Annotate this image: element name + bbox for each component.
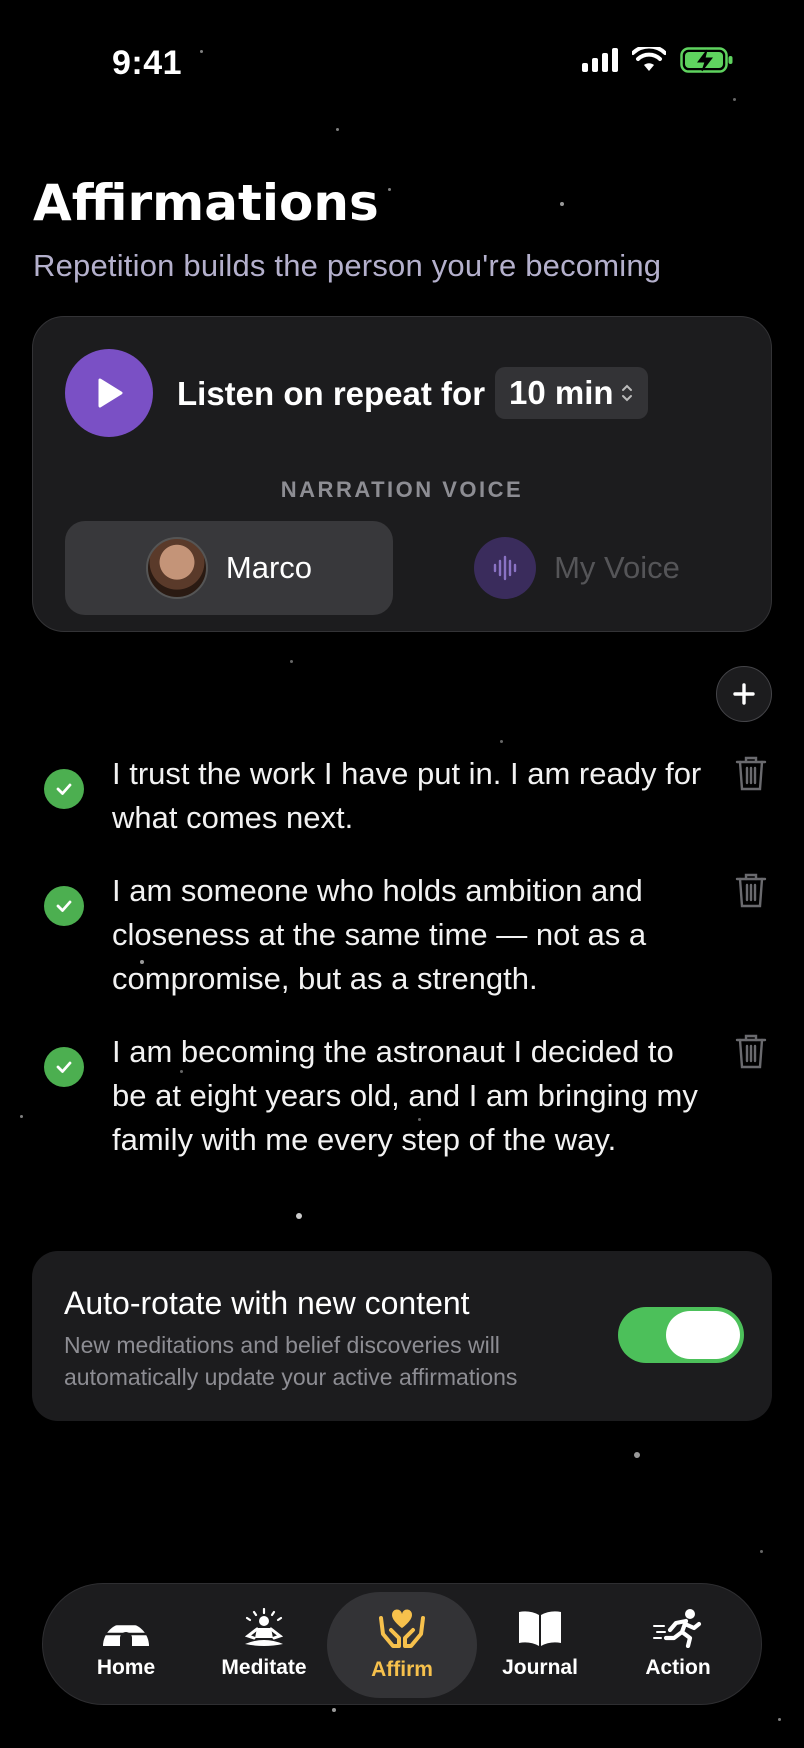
avatar <box>145 537 208 599</box>
affirmation-text: I trust the work I have put in. I am rea… <box>112 756 702 835</box>
chevron-up-down-icon <box>621 384 632 402</box>
tab-home[interactable]: Home <box>51 1592 201 1698</box>
voice-option-my-voice[interactable]: My Voice <box>413 521 741 615</box>
tab-action[interactable]: Action <box>603 1592 753 1698</box>
add-affirmation-button[interactable] <box>716 666 772 722</box>
narration-voice-label: NARRATION VOICE <box>280 477 524 502</box>
status-icons <box>582 46 734 74</box>
status-bar: 9:41 <box>0 0 804 130</box>
listen-repeat-label: Listen on repeat for <box>177 375 486 412</box>
affirmation-item: I am someone who holds ambition and clos… <box>44 869 774 1009</box>
auto-rotate-title: Auto-rotate with new content <box>64 1285 470 1321</box>
tab-label: Home <box>96 1656 156 1679</box>
affirmation-text: I am someone who holds ambition and clos… <box>112 873 647 996</box>
check-circle-icon[interactable] <box>44 886 84 926</box>
tab-bar: Home Meditate Affirm Journal Action <box>42 1583 762 1705</box>
running-person-icon <box>653 1609 702 1648</box>
tab-meditate[interactable]: Meditate <box>189 1592 339 1698</box>
plus-icon <box>733 683 755 705</box>
tab-label: Meditate <box>221 1656 307 1679</box>
affirmation-text: I am becoming the astronaut I decided to… <box>112 1034 698 1157</box>
voice-name-marco: Marco <box>225 550 313 585</box>
check-circle-icon[interactable] <box>44 769 84 809</box>
affirmation-item: I am becoming the astronaut I decided to… <box>44 1030 774 1210</box>
play-icon <box>98 378 123 408</box>
toggle-knob <box>666 1311 740 1359</box>
trash-icon[interactable] <box>734 1032 768 1075</box>
auto-rotate-description: New meditations and belief discoveries w… <box>64 1332 518 1390</box>
auto-rotate-card: Auto-rotate with new content New meditat… <box>32 1251 772 1421</box>
tab-affirm[interactable]: Affirm <box>327 1592 477 1698</box>
tab-label: Action <box>645 1656 711 1679</box>
voice-option-marco[interactable]: Marco <box>65 521 393 615</box>
page-title: Affirmations <box>33 174 379 232</box>
tab-label: Affirm <box>371 1658 433 1681</box>
affirmation-item: I trust the work I have put in. I am rea… <box>44 752 774 852</box>
waveform-icon <box>474 537 537 599</box>
check-circle-icon[interactable] <box>44 1047 84 1087</box>
tab-journal[interactable]: Journal <box>465 1592 615 1698</box>
auto-rotate-toggle[interactable] <box>618 1307 744 1363</box>
player-card: Listen on repeat for 10 min NARRATION VO… <box>32 316 772 632</box>
hands-heart-icon <box>379 1609 425 1648</box>
trash-icon[interactable] <box>734 754 768 797</box>
tab-label: Journal <box>502 1656 578 1679</box>
cellular-signal-icon <box>582 48 618 72</box>
meditate-icon <box>244 1608 284 1646</box>
trash-icon[interactable] <box>734 871 768 914</box>
page-header: Affirmations Repetition builds the perso… <box>33 170 661 284</box>
voice-name-my-voice: My Voice <box>554 550 680 585</box>
wifi-icon <box>632 47 666 71</box>
duration-select[interactable]: 10 min <box>495 367 648 419</box>
open-book-icon <box>519 1611 561 1646</box>
igloo-home-icon <box>103 1622 149 1646</box>
battery-charging-icon <box>680 47 733 73</box>
play-button[interactable] <box>65 349 153 437</box>
status-time: 9:41 <box>112 44 183 82</box>
page-subtitle: Repetition builds the person you're beco… <box>33 248 662 283</box>
duration-value: 10 min <box>509 374 614 411</box>
